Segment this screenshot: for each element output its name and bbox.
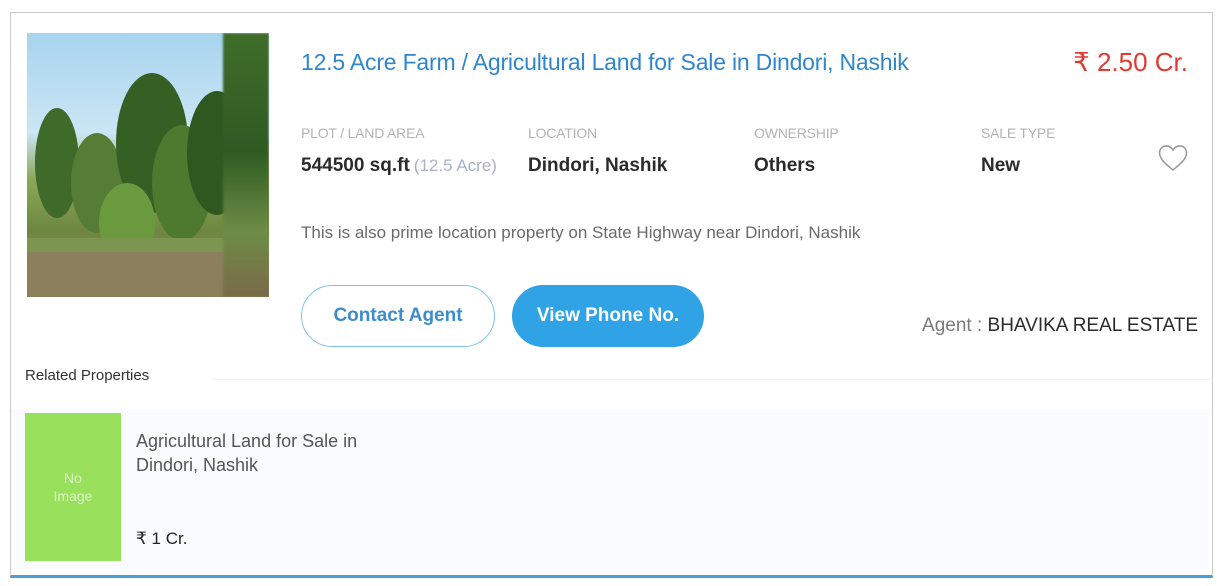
- ownership-label: OWNERSHIP: [754, 125, 839, 141]
- agent-label: Agent :: [922, 315, 988, 336]
- location-column: LOCATION Dindori, Nashik: [528, 125, 667, 177]
- plot-area-column: PLOT / LAND AREA 544500 sq.ft (12.5 Acre): [301, 125, 497, 177]
- sale-type-value: New: [981, 155, 1021, 176]
- no-image-text-line1: No: [64, 470, 82, 486]
- property-card: 12.5 Acre Farm / Agricultural Land for S…: [10, 12, 1213, 578]
- view-phone-button[interactable]: View Phone No.: [512, 285, 704, 347]
- agent-info: Agent : BHAVIKA REAL ESTATE: [922, 315, 1198, 337]
- listing-price: ₹ 2.50 Cr.: [1073, 47, 1188, 77]
- plot-area-acre: (12.5 Acre): [413, 156, 497, 175]
- heart-outline-icon[interactable]: [1156, 141, 1190, 175]
- sale-type-column: SALE TYPE New: [981, 125, 1055, 177]
- ownership-value: Others: [754, 155, 816, 176]
- no-image-placeholder[interactable]: No Image: [25, 413, 121, 561]
- second-photo-thumbnail[interactable]: [223, 33, 269, 297]
- location-label: LOCATION: [528, 125, 597, 141]
- plot-area-value: 544500 sq.ft: [301, 155, 410, 176]
- section-divider: [211, 379, 1211, 380]
- plot-area-label: PLOT / LAND AREA: [301, 125, 425, 141]
- no-image-text-line2: Image: [53, 488, 93, 504]
- property-photo[interactable]: [27, 33, 269, 297]
- ownership-column: OWNERSHIP Others: [754, 125, 839, 177]
- contact-agent-button[interactable]: Contact Agent: [301, 285, 495, 347]
- listing-title[interactable]: 12.5 Acre Farm / Agricultural Land for S…: [301, 49, 909, 76]
- location-value: Dindori, Nashik: [528, 155, 668, 176]
- related-property-price: ₹ 1 Cr.: [136, 529, 188, 548]
- related-property-title[interactable]: Agricultural Land for Sale in Dindori, N…: [136, 429, 376, 477]
- related-properties-heading: Related Properties: [25, 367, 150, 384]
- listing-description: This is also prime location property on …: [301, 223, 861, 242]
- plot-area-value-row: 544500 sq.ft (12.5 Acre): [301, 155, 497, 177]
- sale-type-label: SALE TYPE: [981, 125, 1056, 141]
- related-property-item[interactable]: No Image Agricultural Land for Sale in D…: [11, 409, 1209, 569]
- agent-name[interactable]: BHAVIKA REAL ESTATE: [988, 315, 1198, 336]
